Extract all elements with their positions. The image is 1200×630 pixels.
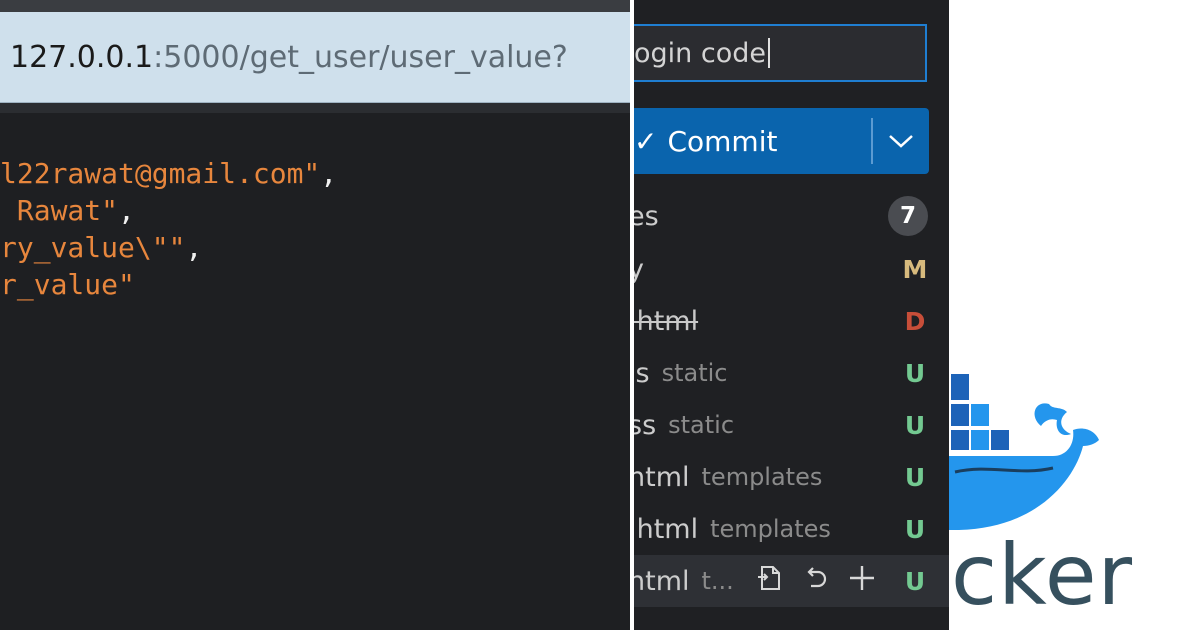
url-host: 127.0.0.1 xyxy=(10,39,154,75)
changes-label: es xyxy=(634,200,659,232)
chevron-down-icon xyxy=(889,135,913,148)
file-status-badge: U xyxy=(904,462,926,492)
changed-file-row[interactable]: html t... U xyxy=(634,555,949,607)
url-path: :5000/get_user/user_value? xyxy=(153,39,568,75)
json-string: l22rawat@gmail.com" xyxy=(0,157,321,190)
text-caret xyxy=(767,38,770,68)
json-line: Rawat", xyxy=(0,192,630,229)
file-directory: templates xyxy=(701,463,823,491)
json-comma: , xyxy=(185,231,203,264)
file-status-badge: U xyxy=(904,566,926,596)
commit-button[interactable]: ✓ Commit xyxy=(634,108,929,174)
file-name: js xyxy=(634,357,650,389)
row-actions xyxy=(754,555,878,607)
json-comma: , xyxy=(118,194,135,227)
file-status-badge: U xyxy=(904,514,926,544)
file-name: ss xyxy=(634,409,657,441)
changes-count-badge: 7 xyxy=(888,196,928,236)
file-status-badge: M xyxy=(902,254,928,284)
file-directory: static xyxy=(661,359,728,387)
open-file-icon[interactable] xyxy=(754,563,786,600)
commit-button-label: Commit xyxy=(667,124,778,158)
stage-changes-icon[interactable] xyxy=(846,563,878,600)
file-directory: t... xyxy=(701,567,734,595)
changed-file-row[interactable]: html templates U xyxy=(634,451,949,503)
json-line: r_value" xyxy=(0,266,630,303)
browser-tab-strip xyxy=(0,103,630,113)
json-comma: , xyxy=(320,157,338,190)
commit-message-text: ogin code xyxy=(634,37,766,69)
file-name: html xyxy=(634,461,690,493)
file-name: y xyxy=(634,253,644,285)
discard-changes-icon[interactable] xyxy=(800,563,832,600)
file-directory: static xyxy=(668,411,735,439)
json-string: Rawat" xyxy=(0,194,119,227)
address-bar[interactable]: 127.0.0.1:5000/get_user/user_value? xyxy=(0,12,630,103)
commit-dropdown-button[interactable] xyxy=(873,133,929,149)
json-line: ry_value\"", xyxy=(0,229,630,266)
source-control-panel: ogin code ✓ Commit es 7 y M .html D js s… xyxy=(634,0,949,630)
docker-whale-icon xyxy=(949,374,1099,530)
changed-file-row[interactable]: .html templates U xyxy=(634,503,949,555)
url-text[interactable]: 127.0.0.1:5000/get_user/user_value? xyxy=(0,40,568,75)
file-status-badge: U xyxy=(904,410,926,440)
commit-message-input[interactable]: ogin code xyxy=(634,24,927,82)
browser-window: 127.0.0.1:5000/get_user/user_value? l22r… xyxy=(0,0,630,630)
file-name: html xyxy=(634,565,690,597)
changed-file-row[interactable]: .html D xyxy=(634,295,949,347)
commit-button-main[interactable]: ✓ Commit xyxy=(634,125,871,158)
check-icon: ✓ xyxy=(634,124,658,158)
browser-toolbar xyxy=(0,0,630,12)
docker-wordmark: cker xyxy=(951,526,1134,624)
changes-section-header[interactable]: es 7 xyxy=(634,190,949,242)
file-name: .html xyxy=(634,513,699,545)
file-status-badge: U xyxy=(904,358,926,388)
json-string: r_value" xyxy=(0,268,135,301)
changed-file-row[interactable]: ss static U xyxy=(634,399,949,451)
file-status-badge: D xyxy=(904,306,926,336)
docker-logo: cker xyxy=(949,0,1200,630)
file-name: .html xyxy=(634,305,699,337)
json-response: l22rawat@gmail.com", Rawat", ry_value\""… xyxy=(0,155,630,303)
json-line: l22rawat@gmail.com", xyxy=(0,155,630,192)
changed-file-row[interactable]: js static U xyxy=(634,347,949,399)
file-directory: templates xyxy=(710,515,831,543)
changed-file-row[interactable]: y M xyxy=(634,243,949,295)
json-string: ry_value\"" xyxy=(0,231,186,264)
